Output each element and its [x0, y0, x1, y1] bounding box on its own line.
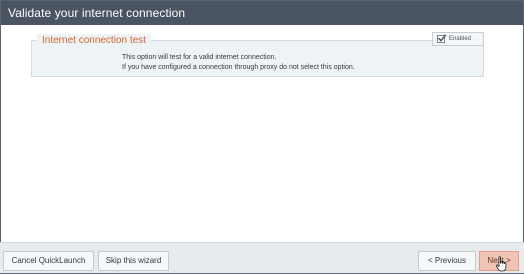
previous-button[interactable]: < Previous: [418, 251, 476, 271]
enabled-label: Enabled: [449, 36, 472, 42]
section-legend: Internet connection test: [37, 34, 151, 48]
section-description: This option will test for a valid intern…: [122, 53, 355, 73]
cancel-quicklaunch-button[interactable]: Cancel QuickLaunch: [3, 251, 94, 271]
enabled-checkbox[interactable]: [437, 34, 447, 43]
checkmark-icon: [437, 34, 447, 42]
description-line-1: This option will test for a valid intern…: [122, 54, 277, 61]
window-title: Validate your internet connection: [1, 1, 523, 25]
next-button[interactable]: Next >: [479, 251, 519, 271]
enabled-toggle[interactable]: Enabled: [432, 32, 484, 46]
description-line-2: If you have configured a connection thro…: [122, 64, 355, 71]
skip-wizard-button[interactable]: Skip this wizard: [98, 251, 169, 271]
